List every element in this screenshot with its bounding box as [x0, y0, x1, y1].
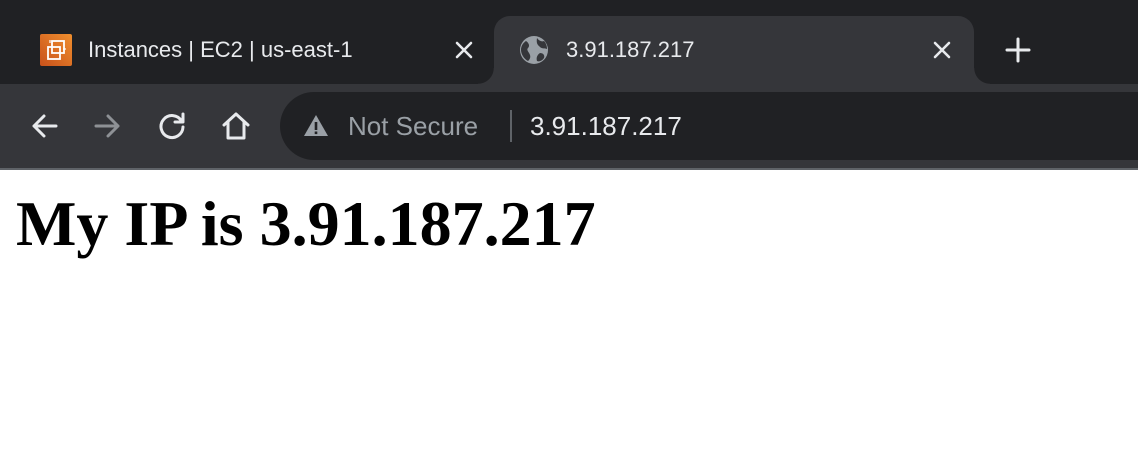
- page-content: My IP is 3.91.187.217: [0, 170, 1138, 460]
- address-bar[interactable]: Not Secure 3.91.187.217: [280, 92, 1138, 160]
- globe-icon: [518, 34, 550, 66]
- plus-icon[interactable]: [1000, 32, 1036, 68]
- tab-title: 3.91.187.217: [566, 37, 695, 62]
- page-heading: My IP is 3.91.187.217: [16, 188, 596, 259]
- url-text[interactable]: 3.91.187.217: [530, 110, 682, 142]
- browser-toolbar: Not Secure 3.91.187.217: [0, 84, 1138, 168]
- forward-arrow-icon[interactable]: [90, 108, 126, 144]
- tab-strip: Instances | EC2 | us-east-1 3.91.187.217: [0, 0, 1138, 84]
- reload-icon[interactable]: [154, 108, 190, 144]
- close-tab-icon[interactable]: [450, 36, 478, 64]
- omnibox-divider: [510, 110, 512, 142]
- tab-3-91-187-217[interactable]: 3.91.187.217: [478, 16, 990, 84]
- back-arrow-icon[interactable]: [26, 108, 62, 144]
- security-status[interactable]: Not Secure: [348, 110, 478, 142]
- close-tab-icon[interactable]: [928, 36, 956, 64]
- aws-ec2-icon: [40, 34, 72, 66]
- home-icon[interactable]: [218, 108, 254, 144]
- tab-title: Instances | EC2 | us-east-1: [88, 37, 353, 62]
- tab-ec2-instances[interactable]: Instances | EC2 | us-east-1: [0, 16, 494, 84]
- warning-triangle-icon[interactable]: [302, 112, 330, 140]
